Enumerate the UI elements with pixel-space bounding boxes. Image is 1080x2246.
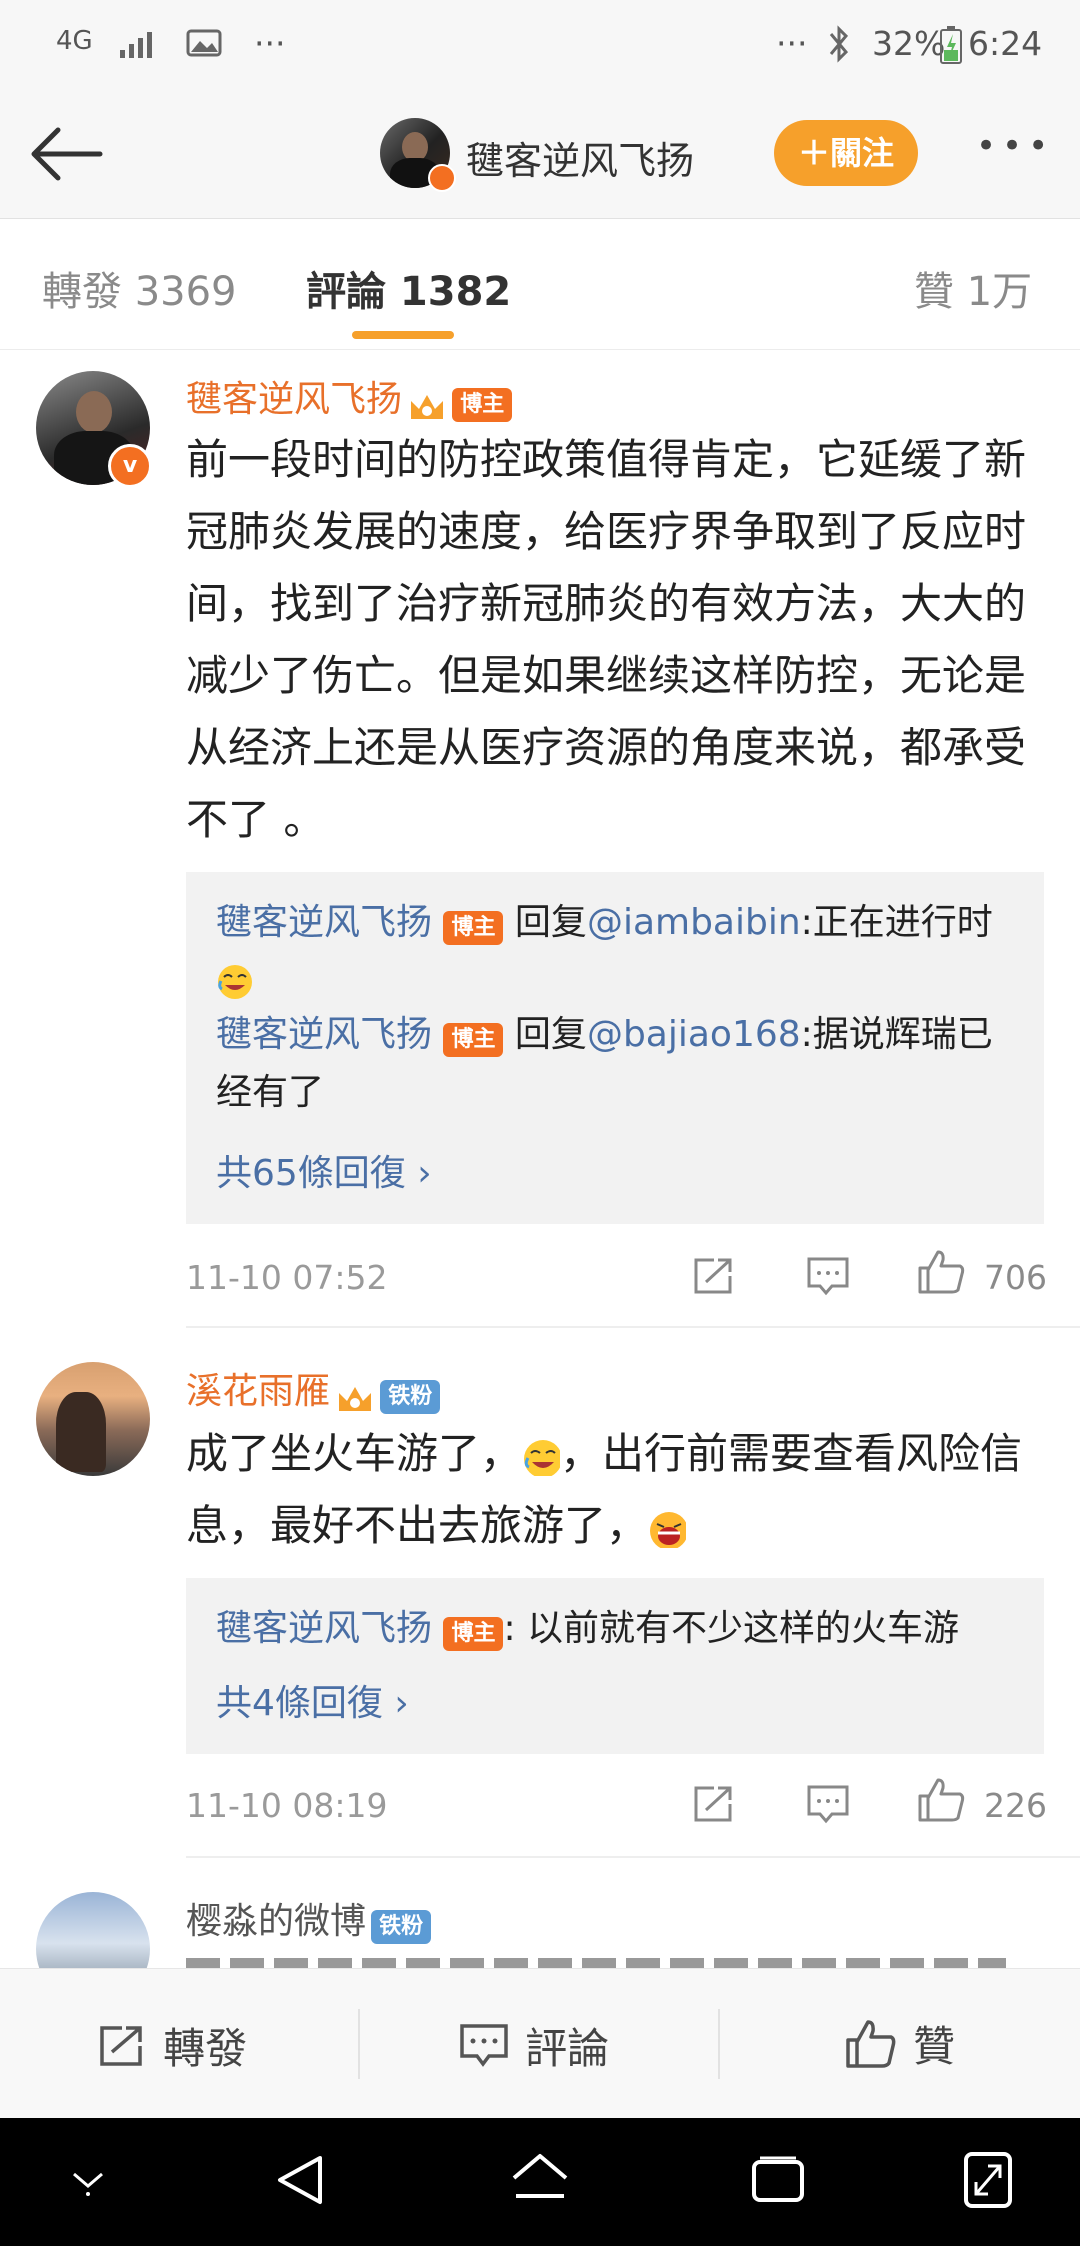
comment-date: 11-10 07:52 (186, 1258, 388, 1297)
verified-badge-icon: v (108, 444, 152, 488)
system-nav-bar (0, 2118, 1080, 2246)
status-dots-right: ··· (776, 24, 808, 63)
tab-like[interactable]: 贊 1万 (914, 259, 1032, 317)
gallery-icon (186, 29, 222, 57)
chevron-down-icon[interactable] (66, 2166, 110, 2198)
bluetooth-icon (829, 25, 849, 63)
comment-icon[interactable] (806, 1784, 850, 1824)
reply-preview-box[interactable]: 毽客逆风飞扬 博主 回复@iambaibin:正在进行时 毽客逆风飞扬 博主 回… (186, 872, 1044, 1224)
more-menu-icon[interactable]: ••• (976, 126, 1054, 166)
comment-header: 溪花雨雁 铁粉 (186, 1362, 441, 1417)
comment-avatar[interactable] (36, 1892, 150, 1968)
thumbs-up-icon[interactable] (916, 1776, 966, 1824)
laugh-cry-emoji-icon (218, 965, 252, 999)
tab-repost[interactable]: 轉發 3369 (42, 259, 237, 317)
share-icon[interactable] (692, 1256, 736, 1296)
bottom-comment-button[interactable]: 評論 (458, 2015, 609, 2076)
comment-icon (460, 2023, 508, 2067)
bottom-repost-button[interactable]: 轉發 (96, 2015, 247, 2076)
comment-text: 前一段时间的防控政策值得肯定，它延缓了新冠肺炎发展的速度，给医疗界争取到了反应时… (186, 435, 1027, 844)
reply-preview-box[interactable]: 毽客逆风飞扬 博主: 以前就有不少这样的火车游 共4條回復 › (186, 1578, 1044, 1754)
status-dots-left: ··· (254, 24, 286, 63)
comment-partial: 樱淼的微博 铁粉 (0, 1858, 1080, 1968)
active-tab-indicator (352, 331, 454, 339)
like-count: 226 (984, 1786, 1047, 1825)
back-arrow-icon[interactable] (28, 124, 104, 184)
comment-author[interactable]: 樱淼的微博 (186, 1901, 366, 1942)
crown-icon (339, 1386, 372, 1411)
bar-divider (718, 2009, 720, 2079)
expand-icon[interactable] (962, 2150, 1014, 2210)
bottom-like-button[interactable]: 贊 (844, 2013, 955, 2074)
share-icon[interactable] (692, 1784, 736, 1824)
tab-comment[interactable]: 評論 1382 (306, 259, 511, 317)
comment-author[interactable]: 溪花雨雁 (186, 1371, 330, 1412)
comment-date: 11-10 08:19 (186, 1786, 388, 1825)
like-count: 706 (984, 1258, 1047, 1297)
follow-button[interactable]: ＋關注 (774, 120, 918, 186)
thumbs-up-icon (846, 2019, 896, 2068)
verified-badge-icon (428, 164, 456, 192)
back-icon[interactable] (274, 2152, 326, 2208)
reply-item: 毽客逆风飞扬 博主: 以前就有不少这样的火车游 (216, 1608, 960, 1651)
comment-header: 毽客逆风飞扬 博主 (186, 370, 513, 425)
laughing-emoji-icon (650, 1511, 687, 1548)
battery-icon (940, 26, 962, 64)
laugh-cry-emoji-icon (524, 1439, 561, 1476)
fan-badge: 铁粉 (380, 1380, 441, 1414)
fan-badge: 铁粉 (371, 1910, 432, 1944)
thumbs-up-icon[interactable] (916, 1248, 966, 1296)
battery-percent: 32% (872, 24, 946, 63)
signal-icon (120, 32, 152, 58)
comment-text-cutoff (186, 1958, 1006, 1968)
blogger-badge: 博主 (452, 388, 513, 422)
crown-icon (411, 394, 444, 419)
clock: 6:24 (968, 24, 1043, 63)
header-author-name[interactable]: 毽客逆风飞扬 (466, 130, 694, 185)
comment-author[interactable]: 毽客逆风飞扬 (186, 379, 402, 420)
header: 毽客逆风飞扬 ＋關注 ••• (0, 90, 1080, 219)
more-replies-link[interactable]: 共4條回復 › (216, 1674, 409, 1726)
recent-apps-icon[interactable] (750, 2154, 806, 2206)
tab-bar: 轉發 3369 評論 1382 贊 1万 (0, 219, 1080, 350)
bottom-action-bar: 轉發 評論 贊 (0, 1968, 1080, 2119)
bar-divider (358, 2009, 360, 2079)
share-icon (100, 2025, 142, 2066)
more-replies-link[interactable]: 共65條回復 › (216, 1144, 432, 1196)
reply-item: 毽客逆风飞扬 博主 回复@iambaibin:正在进行时 (216, 894, 1026, 1010)
comment-avatar[interactable] (36, 1362, 150, 1476)
reply-item: 毽客逆风飞扬 博主 回复@bajiao168:据说辉瑞已经有了 (216, 1014, 993, 1113)
network-indicator: 4G (56, 26, 93, 56)
comment-header: 樱淼的微博 铁粉 (186, 1892, 432, 1944)
status-bar: 4G ··· ··· 32% 6:24 (0, 0, 1080, 90)
home-icon[interactable] (510, 2152, 570, 2208)
comment-icon[interactable] (806, 1256, 850, 1296)
comment-divider (186, 1326, 1080, 1328)
comment-text: 成了坐火车游了， ，出行前需要查看风险信息，最好不出去旅游了， (186, 1429, 1023, 1550)
